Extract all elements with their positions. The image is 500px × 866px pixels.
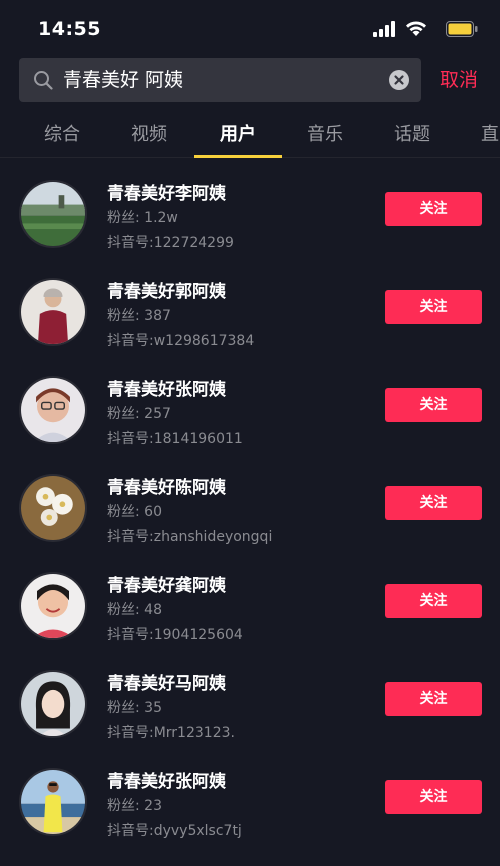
tab-videos[interactable]: 视频 — [131, 120, 167, 146]
search-input[interactable]: 青春美好 阿姨 — [63, 58, 183, 102]
user-row[interactable]: 青春美好马阿姨 粉丝: 35 抖音号:Mrr123123. 关注 — [0, 648, 500, 746]
user-fans: 粉丝: 387 — [107, 308, 171, 324]
status-time: 14:55 — [38, 18, 101, 40]
search-row: 青春美好 阿姨 取消 — [0, 56, 500, 104]
woman-red-coat-avatar[interactable] — [19, 278, 87, 346]
follow-button[interactable]: 关注 — [385, 290, 482, 324]
user-id: 抖音号:w1298617384 — [107, 333, 255, 349]
user-id: 抖音号:122724299 — [107, 235, 234, 251]
follow-button[interactable]: 关注 — [385, 584, 482, 618]
cancel-button[interactable]: 取消 — [440, 58, 478, 102]
user-row[interactable]: 青春美好李阿姨 粉丝: 1.2w 抖音号:122724299 关注 — [0, 158, 500, 256]
follow-button[interactable]: 关注 — [385, 192, 482, 226]
battery-icon — [446, 21, 478, 37]
status-bar: 14:55 — [0, 0, 500, 56]
tab-music[interactable]: 音乐 — [307, 120, 343, 146]
user-fans: 粉丝: 23 — [107, 798, 162, 814]
tab-comprehensive[interactable]: 综合 — [44, 120, 80, 146]
tab-topics[interactable]: 话题 — [394, 120, 430, 146]
user-name: 青春美好张阿姨 — [107, 380, 226, 400]
woman-smiling-avatar[interactable] — [19, 572, 87, 640]
user-name: 青春美好郭阿姨 — [107, 282, 226, 302]
search-icon — [34, 71, 53, 90]
clear-icon[interactable] — [389, 70, 409, 90]
follow-button[interactable]: 关注 — [385, 780, 482, 814]
follow-button[interactable]: 关注 — [385, 388, 482, 422]
user-id: 抖音号:1904125604 — [107, 627, 243, 643]
user-fans: 粉丝: 1.2w — [107, 210, 178, 226]
user-id: 抖音号:Mrr123123. — [107, 725, 235, 741]
user-fans: 粉丝: 257 — [107, 406, 171, 422]
user-name: 青春美好李阿姨 — [107, 184, 226, 204]
user-row[interactable]: 青春美好郭阿姨 粉丝: 387 抖音号:w1298617384 关注 — [0, 256, 500, 354]
user-id: 抖音号:zhanshideyongqi — [107, 529, 273, 545]
user-id: 抖音号:dyvy5xlsc7tj — [107, 823, 242, 839]
user-row[interactable]: 青春美好陈阿姨 粉丝: 60 抖音号:zhanshideyongqi 关注 — [0, 452, 500, 550]
user-name: 青春美好马阿姨 — [107, 674, 226, 694]
user-fans: 粉丝: 48 — [107, 602, 162, 618]
beach-person-avatar[interactable] — [19, 768, 87, 836]
close-icon — [394, 75, 404, 85]
user-name: 青春美好龚阿姨 — [107, 576, 226, 596]
tab-live[interactable]: 直 — [481, 120, 499, 146]
user-row[interactable]: 青春美好张阿姨 粉丝: 257 抖音号:1814196011 关注 — [0, 354, 500, 452]
user-fans: 粉丝: 35 — [107, 700, 162, 716]
status-icons — [368, 20, 478, 38]
user-name: 青春美好陈阿姨 — [107, 478, 226, 498]
follow-button[interactable]: 关注 — [385, 682, 482, 716]
landscape-avatar[interactable] — [19, 180, 87, 248]
user-row[interactable]: 青春美好龚阿姨 粉丝: 48 抖音号:1904125604 关注 — [0, 550, 500, 648]
woman-glasses-avatar[interactable] — [19, 376, 87, 444]
girl-portrait-avatar[interactable] — [19, 670, 87, 738]
user-id: 抖音号:1814196011 — [107, 431, 243, 447]
tab-users[interactable]: 用户 — [220, 120, 256, 146]
user-fans: 粉丝: 60 — [107, 504, 162, 520]
tab-bar: 综合 视频 用户 音乐 话题 直 — [0, 112, 500, 158]
flowers-avatar[interactable] — [19, 474, 87, 542]
signal-icon — [373, 21, 395, 37]
user-row[interactable]: 青春美好张阿姨 粉丝: 23 抖音号:dyvy5xlsc7tj 关注 — [0, 746, 500, 844]
user-name: 青春美好张阿姨 — [107, 772, 226, 792]
follow-button[interactable]: 关注 — [385, 486, 482, 520]
search-box[interactable]: 青春美好 阿姨 — [19, 58, 421, 102]
wifi-icon — [406, 21, 426, 36]
